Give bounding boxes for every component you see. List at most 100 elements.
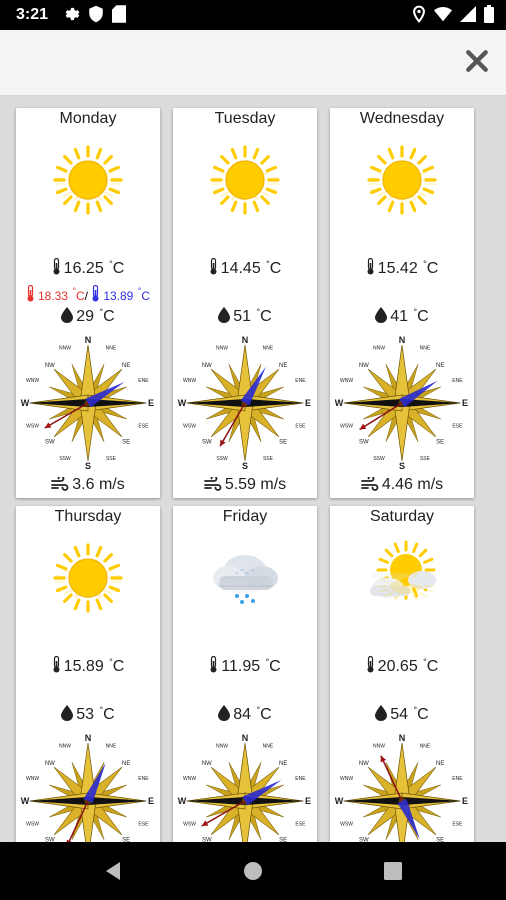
- battery-icon: [484, 5, 494, 23]
- svg-text:W: W: [21, 796, 30, 806]
- close-icon[interactable]: [464, 48, 490, 74]
- svg-text:ENE: ENE: [295, 776, 306, 782]
- svg-text:E: E: [148, 796, 154, 806]
- svg-text:E: E: [462, 796, 468, 806]
- humidity-text: 53: [76, 706, 99, 723]
- forecast-card-wednesday[interactable]: Wednesday 15.42 °C 41 °C N E S W NE SE SW NW NNE…: [330, 108, 474, 498]
- day-label: Monday: [59, 110, 117, 127]
- temperature-value: 20.65 °C: [330, 656, 474, 676]
- svg-text:NNW: NNW: [216, 743, 228, 749]
- humidity-value: 53 °C: [16, 705, 160, 724]
- svg-text:SSW: SSW: [216, 456, 228, 462]
- svg-text:NE: NE: [279, 363, 287, 369]
- thermometer-icon: [53, 258, 60, 275]
- wind-icon: [51, 477, 69, 491]
- home-icon[interactable]: [243, 861, 263, 881]
- svg-text:WNW: WNW: [340, 776, 353, 782]
- svg-text:WSW: WSW: [340, 424, 353, 430]
- svg-text:ESE: ESE: [138, 424, 149, 430]
- svg-text:WSW: WSW: [26, 822, 39, 828]
- day-label: Tuesday: [214, 110, 276, 127]
- svg-text:ENE: ENE: [452, 378, 463, 384]
- humidity-text: 29: [76, 308, 99, 325]
- svg-text:SE: SE: [279, 439, 287, 445]
- forecast-grid-container[interactable]: Monday 16.25 °C 18.33 °C/ 13.89 °C 29 °C…: [0, 97, 506, 842]
- svg-text:E: E: [305, 796, 311, 806]
- thermometer-icon: [210, 258, 217, 275]
- thermometer-icon: [27, 285, 34, 302]
- forecast-card-saturday[interactable]: Saturday 20.65 °C 54 °C NESWNESESWNWNNEE…: [330, 506, 474, 842]
- navigation-bar: [0, 842, 506, 900]
- svg-text:N: N: [399, 335, 406, 345]
- min-temperature: 13.89 °C: [91, 285, 150, 303]
- svg-text:E: E: [462, 398, 468, 408]
- wind-icon: [203, 477, 222, 491]
- svg-text:SSE: SSE: [106, 456, 117, 462]
- status-bar: 3:21: [0, 0, 506, 30]
- forecast-grid: Monday 16.25 °C 18.33 °C/ 13.89 °C 29 °C…: [16, 108, 474, 842]
- svg-text:SSE: SSE: [420, 456, 431, 462]
- svg-text:ENE: ENE: [452, 776, 463, 782]
- drop-icon: [218, 307, 231, 323]
- svg-text:NW: NW: [202, 363, 212, 369]
- temperature-text: 14.45: [220, 260, 266, 277]
- svg-text:WNW: WNW: [26, 776, 39, 782]
- humidity-text: 54: [390, 706, 413, 723]
- wind-speed: 3.6 m/s: [16, 476, 160, 494]
- wind-compass: NESWNESESWNWNNEENEESESSESSWWSWWNWNNW: [335, 335, 468, 471]
- svg-text:WNW: WNW: [340, 378, 353, 384]
- svg-text:ENE: ENE: [295, 378, 306, 384]
- back-icon[interactable]: [103, 861, 123, 881]
- drop-icon: [61, 705, 74, 721]
- sd-card-icon: [112, 5, 126, 23]
- weather-icon-reflection: [205, 166, 285, 204]
- thermometer-icon: [367, 656, 374, 673]
- svg-text:WSW: WSW: [183, 822, 196, 828]
- temperature-value: 15.89 °C: [16, 656, 160, 676]
- svg-text:ESE: ESE: [138, 822, 149, 828]
- wind-compass: NESWNESESWNWNNEENEESESSESSWWSWWNWNNW: [178, 733, 311, 842]
- status-time: 3:21: [16, 6, 49, 23]
- svg-text:NE: NE: [436, 761, 444, 767]
- svg-text:NNE: NNE: [420, 743, 431, 749]
- svg-text:SW: SW: [202, 439, 212, 445]
- wind-compass: NESWNESESWNWNNEENEESESSESSWWSWWNWNNW: [335, 733, 468, 842]
- humidity-value: 51 °C: [173, 307, 317, 326]
- svg-text:SE: SE: [436, 439, 444, 445]
- svg-text:S: S: [399, 461, 405, 471]
- drop-icon: [375, 307, 388, 323]
- shield-icon: [89, 5, 103, 23]
- thermometer-icon: [92, 285, 99, 302]
- day-label: Saturday: [369, 508, 435, 525]
- humidity-value: 29 °C: [16, 307, 160, 326]
- svg-text:NNE: NNE: [106, 345, 117, 351]
- svg-text:N: N: [242, 733, 249, 743]
- thermometer-icon: [53, 656, 60, 673]
- max-temperature: 18.33 °C: [26, 285, 85, 303]
- wind-speed-text: 4.46 m/s: [381, 476, 444, 493]
- drop-icon: [375, 705, 388, 721]
- svg-text:N: N: [85, 335, 92, 345]
- recent-apps-icon[interactable]: [383, 861, 403, 881]
- svg-text:NE: NE: [122, 761, 130, 767]
- humidity-value: 54 °C: [330, 705, 474, 724]
- temperature-value: 15.42 °C: [330, 258, 474, 278]
- forecast-card-friday[interactable]: Friday 11.95 °C 84 °C NESWNESESWNWNNEENE…: [173, 506, 317, 842]
- wind-compass: NESWNESESWNWNNEENEESESSESSWWSWWNWNNW: [21, 733, 154, 842]
- svg-text:NNW: NNW: [373, 743, 385, 749]
- temperature-value: 11.95 °C: [173, 656, 317, 676]
- svg-text:NW: NW: [45, 363, 55, 369]
- forecast-card-thursday[interactable]: Thursday 15.89 °C 53 °C NESWNESESWNWNNEE…: [16, 506, 160, 842]
- wifi-icon: [434, 6, 452, 22]
- humidity-value: 41 °C: [330, 307, 474, 326]
- wind-compass: NESWNESESWNWNNEENEESESSESSWWSWWNWNNW: [21, 335, 154, 471]
- temperature-text: 11.95: [221, 658, 265, 675]
- svg-text:WSW: WSW: [183, 424, 196, 430]
- forecast-card-tuesday[interactable]: Tuesday 14.45 °C 51 °C N E S W NE SE SW NW NNE EN…: [173, 108, 317, 498]
- forecast-card-monday[interactable]: Monday 16.25 °C 18.33 °C/ 13.89 °C 29 °C…: [16, 108, 160, 498]
- svg-text:WSW: WSW: [26, 424, 39, 430]
- svg-text:SE: SE: [122, 439, 130, 445]
- wind-compass: NESWNESESWNWNNEENEESESSESSWWSWWNWNNW: [178, 335, 311, 471]
- svg-text:SW: SW: [45, 439, 55, 445]
- temperature-text: 20.65: [377, 658, 423, 675]
